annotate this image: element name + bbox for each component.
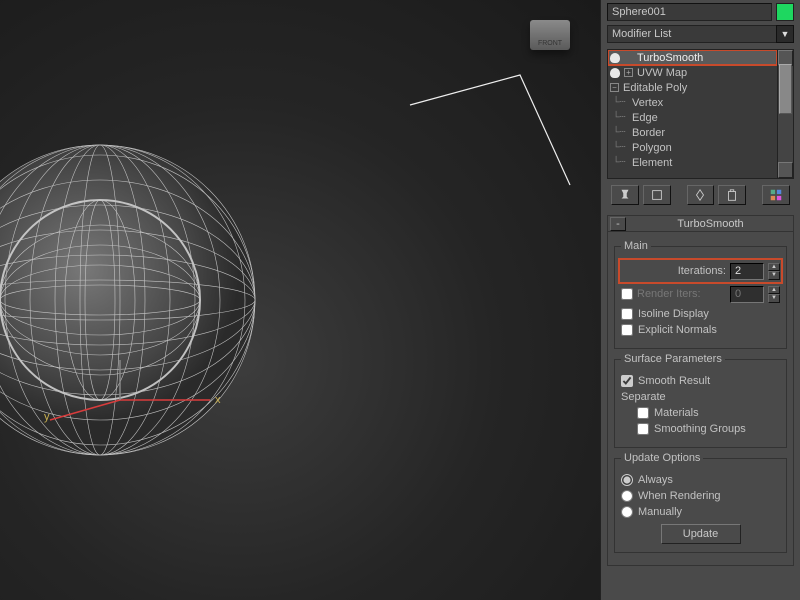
svg-text:y: y bbox=[44, 411, 50, 423]
camera-frustum-corner bbox=[400, 65, 580, 245]
pin-stack-button[interactable] bbox=[611, 185, 639, 205]
iterations-input[interactable]: 2 bbox=[730, 263, 764, 280]
rollup-header-turbosmooth[interactable]: - TurboSmooth bbox=[607, 215, 794, 231]
smooth-result-checkbox[interactable] bbox=[621, 375, 633, 387]
update-manually-radio[interactable] bbox=[621, 506, 633, 518]
stack-item-editablepoly[interactable]: Editable Poly bbox=[608, 80, 777, 95]
separate-by-label: Separate bbox=[621, 391, 780, 403]
stack-item-turbosmooth[interactable]: TurboSmooth bbox=[608, 50, 777, 65]
isoline-checkbox[interactable] bbox=[621, 308, 633, 320]
iterations-field: Iterations: 2 ▲▼ bbox=[621, 261, 780, 281]
3d-viewport[interactable]: FRONT x y bbox=[0, 0, 600, 600]
expand-icon[interactable]: + bbox=[624, 68, 633, 77]
viewcube[interactable]: FRONT bbox=[530, 20, 570, 50]
svg-text:x: x bbox=[215, 394, 221, 406]
chevron-down-icon: ▼ bbox=[776, 25, 794, 43]
update-button[interactable]: Update bbox=[661, 524, 741, 544]
make-unique-button[interactable] bbox=[687, 185, 715, 205]
render-iters-spinner: ▲▼ bbox=[768, 286, 780, 303]
rollup-collapse-button[interactable]: - bbox=[610, 217, 626, 231]
smoothing-groups-checkbox[interactable] bbox=[637, 423, 649, 435]
stack-toolbar bbox=[607, 185, 794, 205]
collapse-icon[interactable] bbox=[610, 83, 619, 92]
group-surface: Surface Parameters Smooth Result Separat… bbox=[614, 353, 787, 448]
explicit-normals-checkbox[interactable] bbox=[621, 324, 633, 336]
stack-subitem-element[interactable]: └┄Element bbox=[608, 155, 777, 170]
stack-item-uvwmap[interactable]: + UVW Map bbox=[608, 65, 777, 80]
iterations-spinner[interactable]: ▲▼ bbox=[768, 263, 780, 280]
stack-subitem-polygon[interactable]: └┄Polygon bbox=[608, 140, 777, 155]
lightbulb-icon[interactable] bbox=[610, 68, 620, 78]
update-always-radio[interactable] bbox=[621, 474, 633, 486]
lightbulb-icon[interactable] bbox=[610, 53, 620, 63]
group-update: Update Options Always When Rendering Man… bbox=[614, 452, 787, 553]
modifier-stack[interactable]: TurboSmooth + UVW Map Editable Poly └┄Ve… bbox=[608, 50, 777, 178]
gizmo[interactable]: x y bbox=[40, 360, 240, 440]
update-rendering-radio[interactable] bbox=[621, 490, 633, 502]
show-end-result-button[interactable] bbox=[643, 185, 671, 205]
render-iters-field: Render Iters: 0 ▲▼ bbox=[621, 284, 780, 304]
command-panel: Modifier List ▼ TurboSmooth + UVW Map Ed… bbox=[600, 0, 800, 600]
render-iters-checkbox[interactable] bbox=[621, 288, 633, 300]
rollup-body-turbosmooth: Main Iterations: 2 ▲▼ Render Iters: 0 ▲▼… bbox=[607, 231, 794, 566]
render-iters-input: 0 bbox=[730, 286, 764, 303]
stack-subitem-vertex[interactable]: └┄Vertex bbox=[608, 95, 777, 110]
stack-scrollbar[interactable] bbox=[777, 50, 793, 178]
object-color-swatch[interactable] bbox=[776, 3, 794, 21]
remove-modifier-button[interactable] bbox=[718, 185, 746, 205]
group-main: Main Iterations: 2 ▲▼ Render Iters: 0 ▲▼… bbox=[614, 240, 787, 349]
materials-checkbox[interactable] bbox=[637, 407, 649, 419]
stack-subitem-edge[interactable]: └┄Edge bbox=[608, 110, 777, 125]
object-name-input[interactable] bbox=[607, 3, 772, 21]
stack-subitem-border[interactable]: └┄Border bbox=[608, 125, 777, 140]
modifier-list-dropdown[interactable]: Modifier List ▼ bbox=[607, 25, 794, 43]
configure-sets-button[interactable] bbox=[762, 185, 790, 205]
